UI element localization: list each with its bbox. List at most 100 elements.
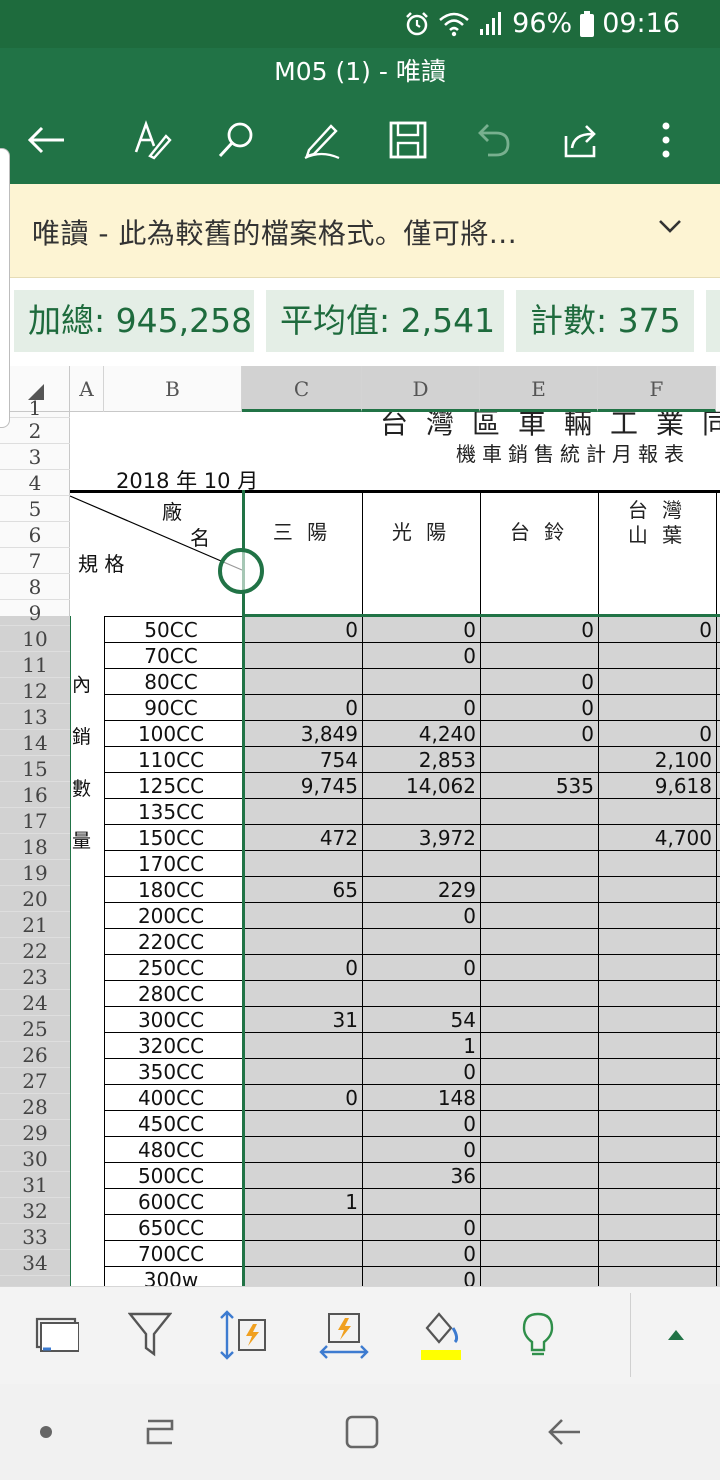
text-format-icon[interactable]: [126, 114, 178, 166]
value-cell[interactable]: 0: [480, 721, 598, 747]
value-cell[interactable]: [598, 1137, 716, 1163]
column-header-d[interactable]: D: [362, 366, 480, 412]
value-cell[interactable]: [480, 1267, 598, 1286]
value-cell[interactable]: [598, 1007, 716, 1033]
column-header-b[interactable]: B: [104, 366, 242, 412]
value-cell[interactable]: [242, 929, 362, 955]
nav-home-icon[interactable]: [342, 1412, 382, 1452]
value-cell[interactable]: 31: [242, 1007, 362, 1033]
spec-cell[interactable]: 250CC: [104, 955, 238, 981]
value-cell[interactable]: 0: [362, 617, 480, 643]
nav-recent-icon[interactable]: [140, 1412, 180, 1452]
undo-icon[interactable]: [468, 114, 520, 166]
row-header-22[interactable]: 22: [0, 938, 70, 964]
fill-color-icon[interactable]: [410, 1305, 470, 1365]
spec-cell[interactable]: 400CC: [104, 1085, 238, 1111]
value-cell[interactable]: [362, 929, 480, 955]
row-header-16[interactable]: 16: [0, 782, 70, 808]
row-header-15[interactable]: 15: [0, 756, 70, 782]
spec-cell[interactable]: 450CC: [104, 1111, 238, 1137]
row-header-21[interactable]: 21: [0, 912, 70, 938]
row-header-20[interactable]: 20: [0, 886, 70, 912]
row-header-2[interactable]: 2: [0, 418, 70, 444]
value-cell[interactable]: [598, 981, 716, 1007]
value-cell[interactable]: 0: [362, 1267, 480, 1286]
side-drawer-tab[interactable]: [0, 148, 10, 428]
value-cell[interactable]: [242, 669, 362, 695]
value-cell[interactable]: 0: [598, 617, 716, 643]
row-header-26[interactable]: 26: [0, 1042, 70, 1068]
spec-cell[interactable]: 200CC: [104, 903, 238, 929]
spec-cell[interactable]: 135CC: [104, 799, 238, 825]
value-cell[interactable]: [480, 1215, 598, 1241]
nav-back-icon[interactable]: [544, 1412, 584, 1452]
value-cell[interactable]: [480, 1241, 598, 1267]
value-cell[interactable]: [480, 1189, 598, 1215]
row-header-1[interactable]: 1: [0, 398, 70, 418]
sheet-area[interactable]: 台灣區車輛工業同業公 機車銷售統計月報表 2018 年 10 月 廠 名 規 格…: [70, 412, 720, 1286]
value-cell[interactable]: [362, 851, 480, 877]
value-cell[interactable]: [598, 1241, 716, 1267]
value-cell[interactable]: [242, 643, 362, 669]
row-header-32[interactable]: 32: [0, 1198, 70, 1224]
column-header-a[interactable]: A: [70, 366, 104, 412]
column-header-f[interactable]: F: [598, 366, 716, 412]
value-cell[interactable]: 0: [480, 695, 598, 721]
value-cell[interactable]: 535: [480, 773, 598, 799]
value-cell[interactable]: 3,972: [362, 825, 480, 851]
row-header-4[interactable]: 4: [0, 470, 70, 496]
value-cell[interactable]: 229: [362, 877, 480, 903]
back-arrow-icon[interactable]: [20, 114, 72, 166]
value-cell[interactable]: [480, 851, 598, 877]
value-cell[interactable]: [480, 1111, 598, 1137]
value-cell[interactable]: 754: [242, 747, 362, 773]
row-header-9[interactable]: 9: [0, 600, 70, 626]
value-cell[interactable]: 9,745: [242, 773, 362, 799]
value-cell[interactable]: [480, 747, 598, 773]
ideas-lightbulb-icon[interactable]: [508, 1305, 568, 1365]
row-header-33[interactable]: 33: [0, 1224, 70, 1250]
value-cell[interactable]: [598, 1059, 716, 1085]
value-cell[interactable]: 9,618: [598, 773, 716, 799]
value-cell[interactable]: [480, 1059, 598, 1085]
spec-cell[interactable]: 70CC: [104, 643, 238, 669]
value-cell[interactable]: 0: [362, 1111, 480, 1137]
spec-cell[interactable]: 150CC: [104, 825, 238, 851]
value-cell[interactable]: 0: [362, 1241, 480, 1267]
value-cell[interactable]: [598, 1163, 716, 1189]
spec-cell[interactable]: 180CC: [104, 877, 238, 903]
row-header-11[interactable]: 11: [0, 652, 70, 678]
value-cell[interactable]: [480, 1033, 598, 1059]
row-header-19[interactable]: 19: [0, 860, 70, 886]
value-cell[interactable]: [242, 1137, 362, 1163]
value-cell[interactable]: [242, 903, 362, 929]
row-header-12[interactable]: 12: [0, 678, 70, 704]
spec-cell[interactable]: 300w: [104, 1267, 238, 1286]
value-cell[interactable]: [480, 981, 598, 1007]
spec-cell[interactable]: 80CC: [104, 669, 238, 695]
value-cell[interactable]: [480, 825, 598, 851]
column-header-c[interactable]: C: [242, 366, 362, 412]
value-cell[interactable]: [362, 981, 480, 1007]
sheet-view-icon[interactable]: [26, 1305, 86, 1365]
value-cell[interactable]: 0: [242, 955, 362, 981]
value-cell[interactable]: [598, 669, 716, 695]
value-cell[interactable]: [598, 877, 716, 903]
row-header-29[interactable]: 29: [0, 1120, 70, 1146]
value-cell[interactable]: [598, 851, 716, 877]
value-cell[interactable]: [362, 1189, 480, 1215]
value-cell[interactable]: [598, 1033, 716, 1059]
spec-cell[interactable]: 300CC: [104, 1007, 238, 1033]
value-cell[interactable]: [598, 1189, 716, 1215]
row-header-24[interactable]: 24: [0, 990, 70, 1016]
count-chip[interactable]: 計數: 375: [516, 290, 694, 352]
spec-cell[interactable]: 110CC: [104, 747, 238, 773]
value-cell[interactable]: [242, 799, 362, 825]
spec-cell[interactable]: 650CC: [104, 1215, 238, 1241]
spec-cell[interactable]: 700CC: [104, 1241, 238, 1267]
value-cell[interactable]: 1: [362, 1033, 480, 1059]
spec-cell[interactable]: 280CC: [104, 981, 238, 1007]
value-cell[interactable]: [242, 1241, 362, 1267]
value-cell[interactable]: 0: [362, 955, 480, 981]
value-cell[interactable]: [362, 669, 480, 695]
